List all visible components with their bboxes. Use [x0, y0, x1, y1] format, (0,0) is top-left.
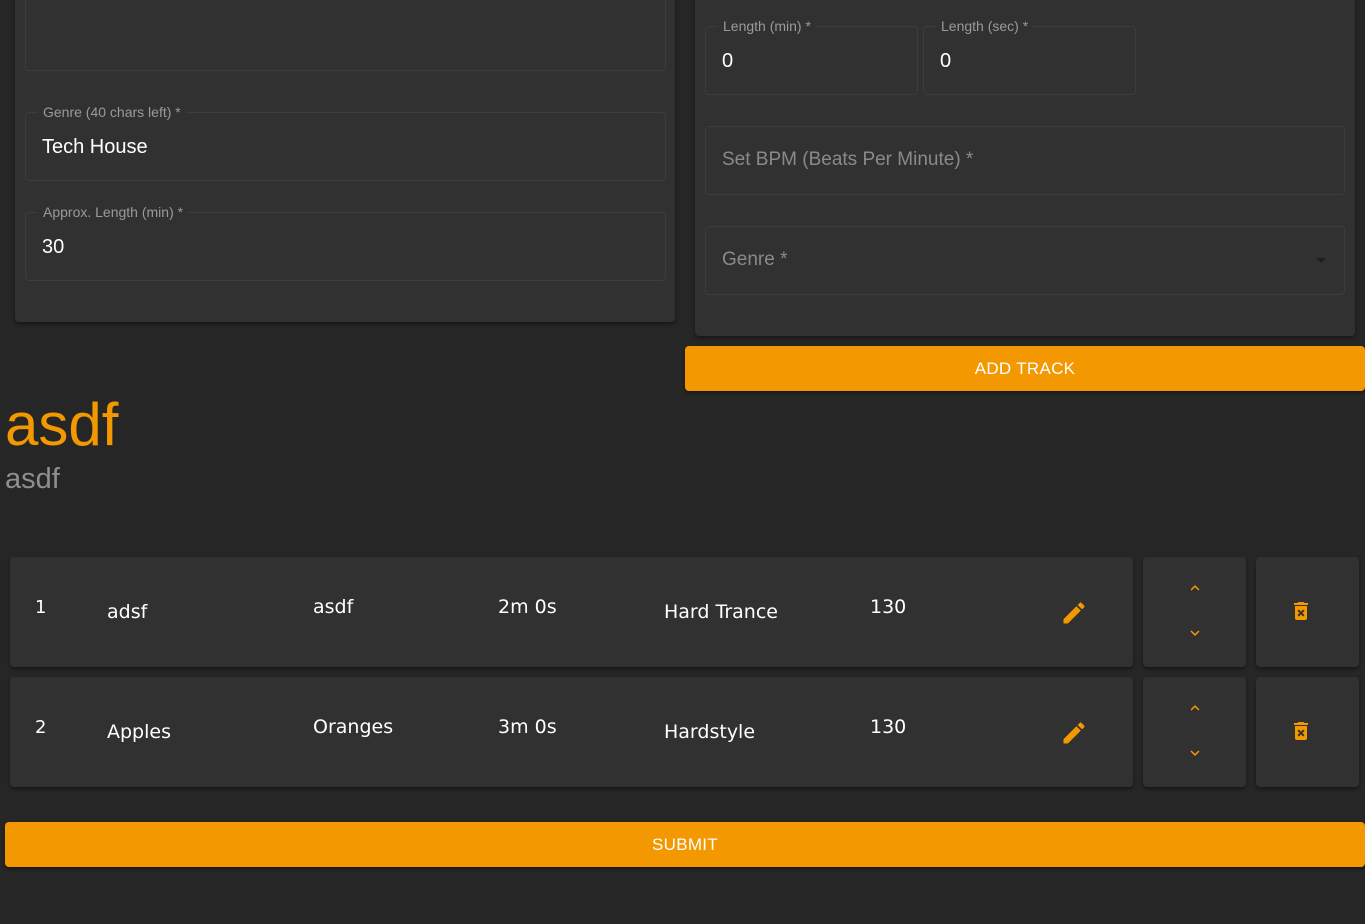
track-bpm: 130 — [870, 716, 907, 738]
track-title: Apples — [107, 721, 171, 743]
page: Genre (40 chars left) * Tech House Appro… — [0, 0, 1365, 924]
length-min-value: 0 — [722, 50, 734, 72]
delete-track-button[interactable] — [1256, 557, 1359, 667]
approx-length-field[interactable]: Approx. Length (min) * 30 — [25, 204, 666, 281]
pencil-icon[interactable] — [1060, 719, 1088, 747]
delete-track-button[interactable] — [1256, 677, 1359, 787]
chevron-down-icon[interactable] — [1186, 624, 1204, 642]
track-number: 2 — [35, 717, 47, 738]
genre-select[interactable]: Genre * — [705, 226, 1345, 295]
track-artist: Oranges — [313, 716, 394, 738]
add-track-card: Length (min) * 0 Length (sec) * 0 Set BP… — [695, 0, 1355, 336]
pencil-icon[interactable] — [1060, 599, 1088, 627]
mix-subtitle: asdf — [5, 463, 60, 495]
chevron-up-icon[interactable] — [1186, 699, 1204, 717]
chevron-up-icon[interactable] — [1186, 579, 1204, 597]
chevron-down-icon[interactable] — [1186, 744, 1204, 762]
length-min-label: Length (min) * — [718, 18, 816, 34]
genre-field-label: Genre (40 chars left) * — [38, 104, 186, 120]
genre-select-placeholder: Genre * — [722, 249, 788, 270]
trash-icon — [1294, 722, 1308, 740]
track-length: 3m 0s — [498, 716, 557, 738]
bpm-placeholder: Set BPM (Beats Per Minute) * — [722, 149, 974, 170]
track-genre: Hardstyle — [664, 721, 756, 743]
length-sec-value: 0 — [940, 50, 952, 72]
genre-field[interactable]: Genre (40 chars left) * Tech House — [25, 104, 666, 181]
length-sec-field[interactable]: Length (sec) * 0 — [923, 18, 1136, 95]
reorder-controls — [1143, 557, 1246, 667]
track-bpm: 130 — [870, 596, 907, 618]
mix-details-card: Genre (40 chars left) * Tech House Appro… — [15, 0, 675, 322]
add-track-button[interactable]: ADD TRACK — [685, 346, 1365, 391]
track-length: 2m 0s — [498, 596, 557, 618]
genre-field-value: Tech House — [42, 136, 148, 158]
trash-icon — [1294, 602, 1308, 620]
track-genre: Hard Trance — [664, 601, 778, 623]
reorder-controls — [1143, 677, 1246, 787]
mix-title: asdf — [5, 391, 119, 458]
track-number: 1 — [35, 597, 47, 618]
track-title: adsf — [107, 601, 148, 623]
submit-button[interactable]: SUBMIT — [5, 822, 1365, 867]
description-field[interactable] — [25, 0, 666, 71]
track-row: 2 Apples Oranges 3m 0s Hardstyle 130 — [10, 677, 1133, 787]
dropdown-arrow-icon — [1316, 258, 1326, 263]
track-row: 1 adsf asdf 2m 0s Hard Trance 130 — [10, 557, 1133, 667]
approx-length-field-label: Approx. Length (min) * — [38, 204, 189, 220]
bpm-field[interactable]: Set BPM (Beats Per Minute) * — [705, 126, 1345, 195]
length-min-field[interactable]: Length (min) * 0 — [705, 18, 918, 95]
approx-length-field-value: 30 — [42, 236, 65, 258]
length-sec-label: Length (sec) * — [936, 18, 1034, 34]
track-artist: asdf — [313, 596, 354, 618]
